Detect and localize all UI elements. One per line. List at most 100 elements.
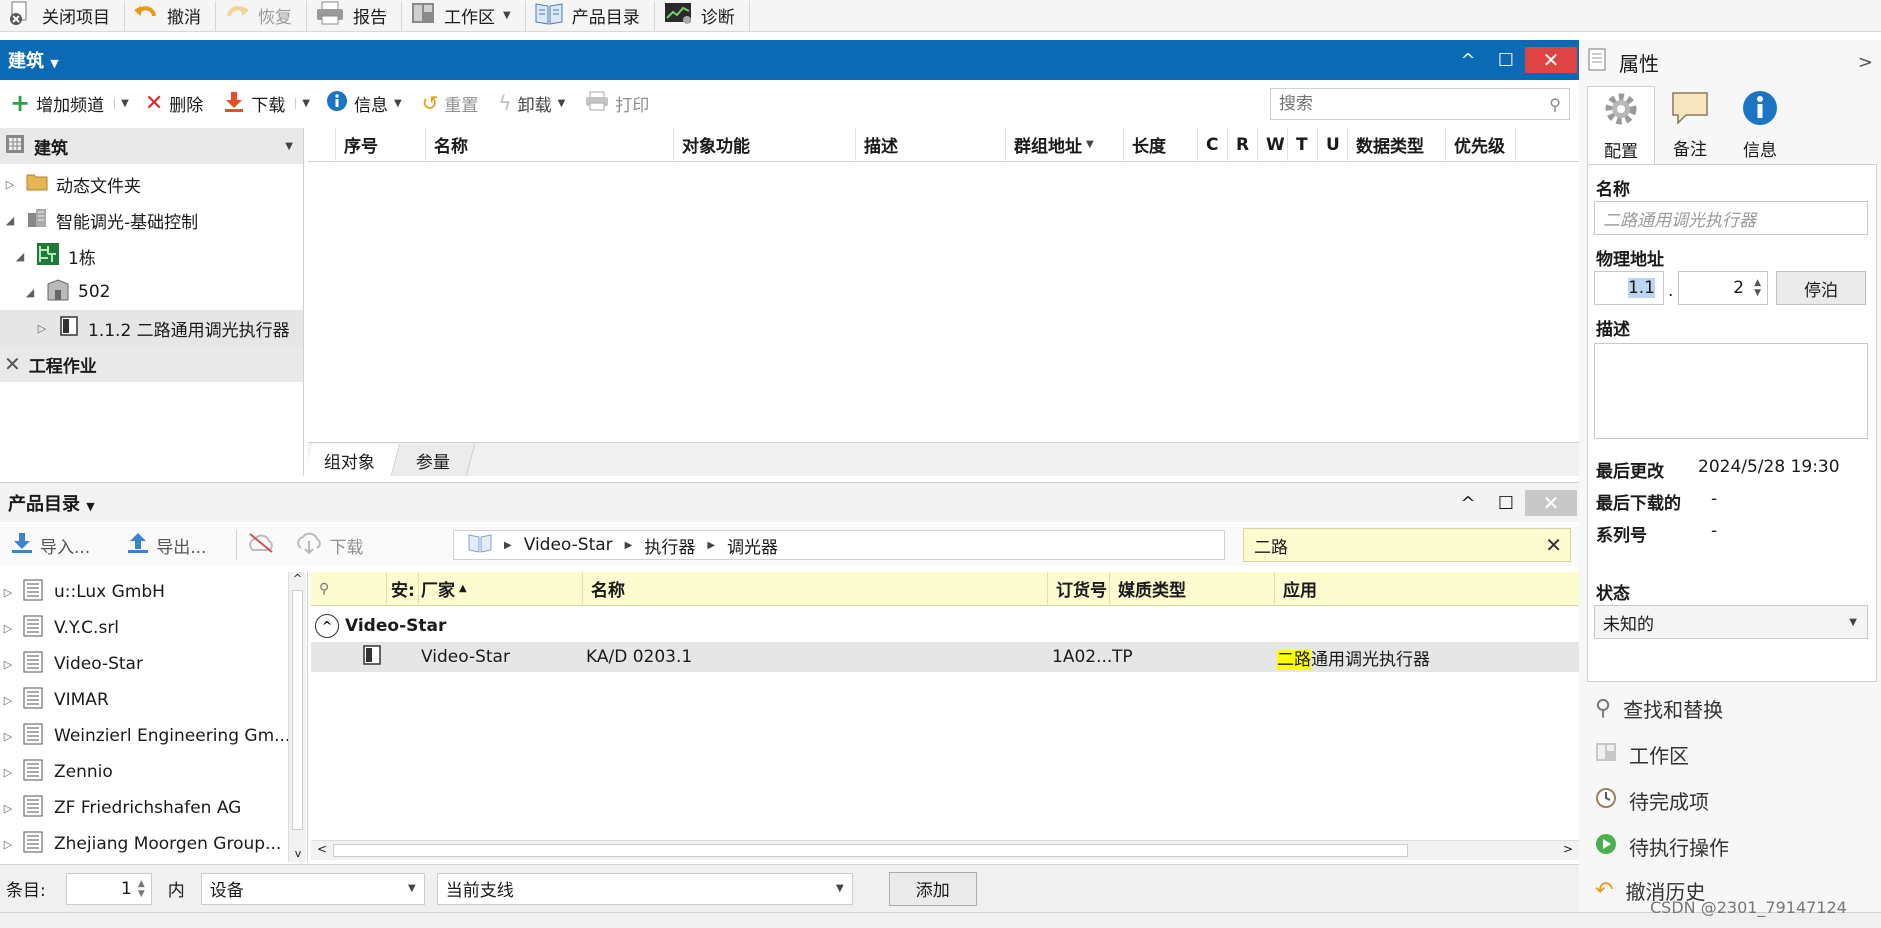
export-button[interactable]: 导出... bbox=[116, 530, 216, 560]
column-header-w[interactable]: W bbox=[1258, 127, 1288, 162]
column-header-product-name[interactable]: 名称 bbox=[583, 571, 1048, 606]
unload-button[interactable]: ϟ 卸载 ▼ bbox=[488, 88, 575, 118]
column-header-group-address[interactable]: 群组地址 ▼ bbox=[1006, 127, 1124, 162]
count-value[interactable]: 1 bbox=[121, 879, 132, 899]
pending-operations-link[interactable]: 待执行操作 bbox=[1595, 826, 1729, 866]
chevron-down-icon[interactable]: ▼ bbox=[285, 141, 293, 152]
building-search-box[interactable]: ⚲ bbox=[1270, 88, 1570, 120]
diagnostics-button[interactable]: 诊断 bbox=[655, 0, 750, 31]
scrollbar-thumb[interactable] bbox=[292, 590, 303, 830]
workspace-link[interactable]: 工作区 bbox=[1595, 734, 1689, 774]
scroll-right-icon[interactable]: > bbox=[1563, 842, 1573, 856]
tab-group-objects[interactable]: 组对象 bbox=[303, 444, 401, 476]
stepper-arrows-icon[interactable]: ▲ ▼ bbox=[1754, 278, 1761, 298]
workspace-button[interactable]: 工作区 ▼ bbox=[402, 0, 526, 31]
name-field[interactable]: 二路通用调光执行器 bbox=[1594, 201, 1868, 235]
scroll-left-icon[interactable]: < bbox=[317, 842, 327, 856]
column-header-priority[interactable]: 优先级 bbox=[1446, 127, 1516, 162]
description-field[interactable] bbox=[1594, 343, 1868, 439]
todo-link[interactable]: 待完成项 bbox=[1595, 780, 1709, 820]
delete-button[interactable]: ✕ 删除 bbox=[135, 88, 213, 118]
catalog-search-box[interactable]: 二路 ✕ bbox=[1243, 528, 1571, 562]
physical-address-prefix[interactable]: 1.1 bbox=[1594, 271, 1664, 305]
scroll-down-icon[interactable]: v bbox=[289, 847, 307, 860]
close-icon[interactable]: ✕ bbox=[1525, 490, 1577, 516]
tab-config[interactable]: 配置 bbox=[1587, 86, 1655, 164]
breadcrumb-item[interactable]: 执行器 bbox=[644, 533, 695, 558]
maximize-icon[interactable]: ☐ bbox=[1487, 487, 1525, 519]
breadcrumb-item[interactable]: 调光器 bbox=[727, 533, 778, 558]
device-type-select[interactable]: 设备 ▼ bbox=[200, 872, 425, 905]
chevron-right-icon[interactable]: > bbox=[1858, 52, 1873, 73]
column-header-data-type[interactable]: 数据类型 bbox=[1348, 127, 1446, 162]
column-header-medium[interactable]: 媒质类型 bbox=[1110, 571, 1275, 606]
report-button[interactable]: 报告 bbox=[307, 0, 402, 31]
collapse-icon[interactable]: ^ bbox=[1449, 487, 1487, 519]
park-button[interactable]: 停泊 bbox=[1776, 271, 1866, 305]
column-header-length[interactable]: 长度 bbox=[1124, 127, 1198, 162]
stepper-arrows-icon[interactable]: ▲ ▼ bbox=[138, 879, 145, 899]
import-button[interactable]: 导入... bbox=[0, 530, 100, 560]
print-button[interactable]: 打印 bbox=[575, 88, 659, 118]
tree-item-device-selected[interactable]: ▷ 1.1.2 二路通用调光执行器 bbox=[0, 310, 303, 346]
collapse-icon[interactable]: ◢ bbox=[22, 286, 38, 299]
add-channel-dropdown-icon[interactable]: ▼ bbox=[114, 97, 135, 109]
expand-icon[interactable]: ▷ bbox=[0, 802, 16, 815]
expand-icon[interactable]: ▷ bbox=[0, 838, 16, 851]
find-replace-link[interactable]: ⚲ 查找和替换 bbox=[1595, 688, 1723, 728]
maximize-icon[interactable]: ☐ bbox=[1487, 44, 1525, 76]
collapse-icon[interactable]: ^ bbox=[1449, 44, 1487, 76]
reset-button[interactable]: ↺ 重置 bbox=[412, 88, 489, 118]
catalog-panel-title[interactable]: 产品目录 ▼ bbox=[0, 490, 95, 516]
column-header-install[interactable]: 安: bbox=[387, 571, 419, 606]
column-header-r[interactable]: R bbox=[1228, 127, 1258, 162]
add-channel-button[interactable]: + 增加频道 bbox=[0, 88, 114, 118]
table-row[interactable]: Video-Star KA/D 0203.1 1A02... TP 二路通用调光… bbox=[311, 642, 1579, 672]
column-header-application[interactable]: 应用 bbox=[1275, 572, 1579, 606]
collapse-icon[interactable]: ◢ bbox=[2, 214, 18, 227]
column-header-description[interactable]: 描述 bbox=[856, 127, 1006, 162]
tree-item-dynamic-folder[interactable]: ▷ 动态文件夹 bbox=[0, 166, 141, 202]
column-header-filter[interactable]: ⚲ bbox=[311, 571, 387, 606]
tab-parameters[interactable]: 参量 bbox=[391, 444, 476, 476]
redo-button[interactable]: 恢复 bbox=[216, 0, 307, 31]
tree-item-room-502[interactable]: ◢ 502 bbox=[0, 274, 110, 310]
physical-address-stepper[interactable]: 2 ▲ ▼ bbox=[1678, 271, 1768, 305]
catalog-button[interactable]: 产品目录 bbox=[526, 0, 655, 31]
column-header-u[interactable]: U bbox=[1318, 127, 1348, 162]
column-header-manufacturer[interactable]: 厂家 ▲ bbox=[419, 571, 583, 606]
status-select[interactable]: 未知的 ▼ bbox=[1594, 605, 1868, 639]
list-item[interactable]: ▷ VIMAR bbox=[0, 682, 109, 718]
download-dropdown-icon[interactable]: ▼ bbox=[295, 97, 316, 109]
tree-item-building-1[interactable]: ◢ 1栋 bbox=[0, 238, 96, 274]
tab-notes[interactable]: 备注 bbox=[1655, 86, 1725, 164]
expand-icon[interactable]: ▷ bbox=[34, 322, 50, 335]
column-header-t[interactable]: T bbox=[1288, 127, 1318, 162]
expand-icon[interactable]: ▷ bbox=[2, 178, 18, 191]
download-button[interactable]: 下载 bbox=[213, 88, 295, 118]
column-header-name[interactable]: 名称 bbox=[426, 127, 674, 162]
count-stepper[interactable]: 1 ▲ ▼ bbox=[65, 872, 152, 905]
list-item[interactable]: ▷ u::Lux GmbH bbox=[0, 574, 165, 610]
building-search-input[interactable] bbox=[1279, 94, 1529, 114]
tree-item-project[interactable]: ◢ 智能调光-基础控制 bbox=[0, 202, 198, 238]
collapse-group-icon[interactable]: ^ bbox=[315, 614, 339, 638]
add-button[interactable]: 添加 bbox=[888, 871, 977, 906]
close-project-button[interactable]: 关闭项目 bbox=[0, 0, 125, 31]
expand-icon[interactable]: ▷ bbox=[0, 730, 16, 743]
catalog-download-button[interactable]: 下载 bbox=[285, 530, 373, 560]
expand-icon[interactable]: ▷ bbox=[0, 694, 16, 707]
building-tree-header[interactable]: 建筑 ▼ bbox=[0, 128, 303, 164]
close-icon[interactable]: ✕ bbox=[1525, 47, 1577, 73]
expand-icon[interactable]: ▷ bbox=[0, 622, 16, 635]
clear-search-icon[interactable]: ✕ bbox=[1545, 533, 1562, 557]
catalog-search-input[interactable]: 二路 bbox=[1254, 533, 1545, 558]
product-group-header[interactable]: ^ Video-Star bbox=[315, 612, 446, 640]
cloud-off-button[interactable] bbox=[237, 530, 285, 560]
column-header-number[interactable]: 序号 bbox=[336, 127, 426, 162]
list-item[interactable]: ▷ Zhejiang Moorgen Group... bbox=[0, 826, 281, 862]
column-header-object-function[interactable]: 对象功能 bbox=[674, 127, 856, 162]
list-item[interactable]: ▷ Video-Star bbox=[0, 646, 143, 682]
collapse-icon[interactable]: ◢ bbox=[12, 250, 28, 263]
expand-icon[interactable]: ▷ bbox=[0, 586, 16, 599]
